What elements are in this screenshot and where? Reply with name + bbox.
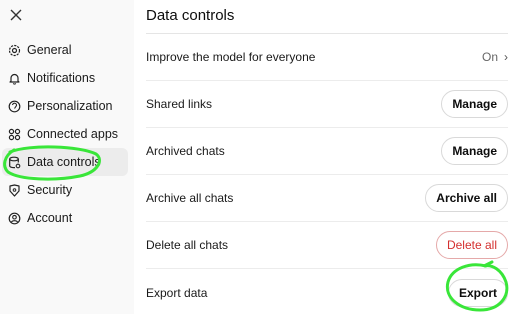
account-icon <box>8 212 21 225</box>
manage-archived-chats-button[interactable]: Manage <box>441 137 508 165</box>
close-icon[interactable] <box>9 8 23 22</box>
improve-model-toggle[interactable]: On › <box>482 50 508 64</box>
chevron-right-icon: › <box>504 50 508 64</box>
archive-all-button[interactable]: Archive all <box>425 184 508 212</box>
setting-value: On <box>481 50 498 64</box>
sidebar-nav: General Notifications Personalization Co… <box>0 36 134 232</box>
setting-row-archive-all: Archive all chats Archive all <box>146 175 508 222</box>
setting-label: Archive all chats <box>146 191 234 205</box>
setting-row-improve-model[interactable]: Improve the model for everyone On › <box>146 34 508 81</box>
sidebar-item-notifications[interactable]: Notifications <box>0 64 128 92</box>
setting-label: Archived chats <box>146 144 225 158</box>
sidebar-item-general[interactable]: General <box>0 36 128 64</box>
sidebar-item-personalization[interactable]: Personalization <box>0 92 128 120</box>
setting-label: Improve the model for everyone <box>146 50 316 64</box>
settings-sidebar: General Notifications Personalization Co… <box>0 0 134 314</box>
delete-all-button[interactable]: Delete all <box>435 231 508 259</box>
setting-label: Export data <box>146 285 208 300</box>
sidebar-item-label: Data controls <box>27 155 101 169</box>
sidebar-item-connected-apps[interactable]: Connected apps <box>0 120 128 148</box>
sidebar-item-label: Security <box>27 183 73 197</box>
export-button[interactable]: Export <box>447 278 508 307</box>
setting-row-archived-chats: Archived chats Manage <box>146 128 508 175</box>
bell-icon <box>8 72 21 85</box>
setting-row-shared-links: Shared links Manage <box>146 81 508 128</box>
sidebar-item-label: Notifications <box>27 71 96 85</box>
sidebar-item-label: Connected apps <box>27 127 119 141</box>
sidebar-item-security[interactable]: Security <box>0 176 128 204</box>
sidebar-item-data-controls[interactable]: Data controls <box>2 148 128 176</box>
setting-label: Delete all chats <box>146 238 229 252</box>
manage-shared-links-button[interactable]: Manage <box>441 90 508 118</box>
sidebar-item-account[interactable]: Account <box>0 204 128 232</box>
data-controls-panel: Data controls Improve the model for ever… <box>134 0 512 314</box>
sidebar-item-label: Personalization <box>27 99 113 113</box>
database-icon <box>8 156 21 169</box>
setting-row-export-data: Export data Export <box>146 269 508 314</box>
gear-icon <box>8 44 21 57</box>
sidebar-item-label: Account <box>27 211 73 225</box>
personalization-icon <box>8 100 21 113</box>
page-title: Data controls <box>146 7 235 24</box>
sidebar-item-label: General <box>27 43 72 57</box>
shield-icon <box>8 183 21 197</box>
apps-icon <box>8 128 21 141</box>
setting-row-delete-all: Delete all chats Delete all <box>146 222 508 269</box>
setting-label: Shared links <box>146 97 213 111</box>
